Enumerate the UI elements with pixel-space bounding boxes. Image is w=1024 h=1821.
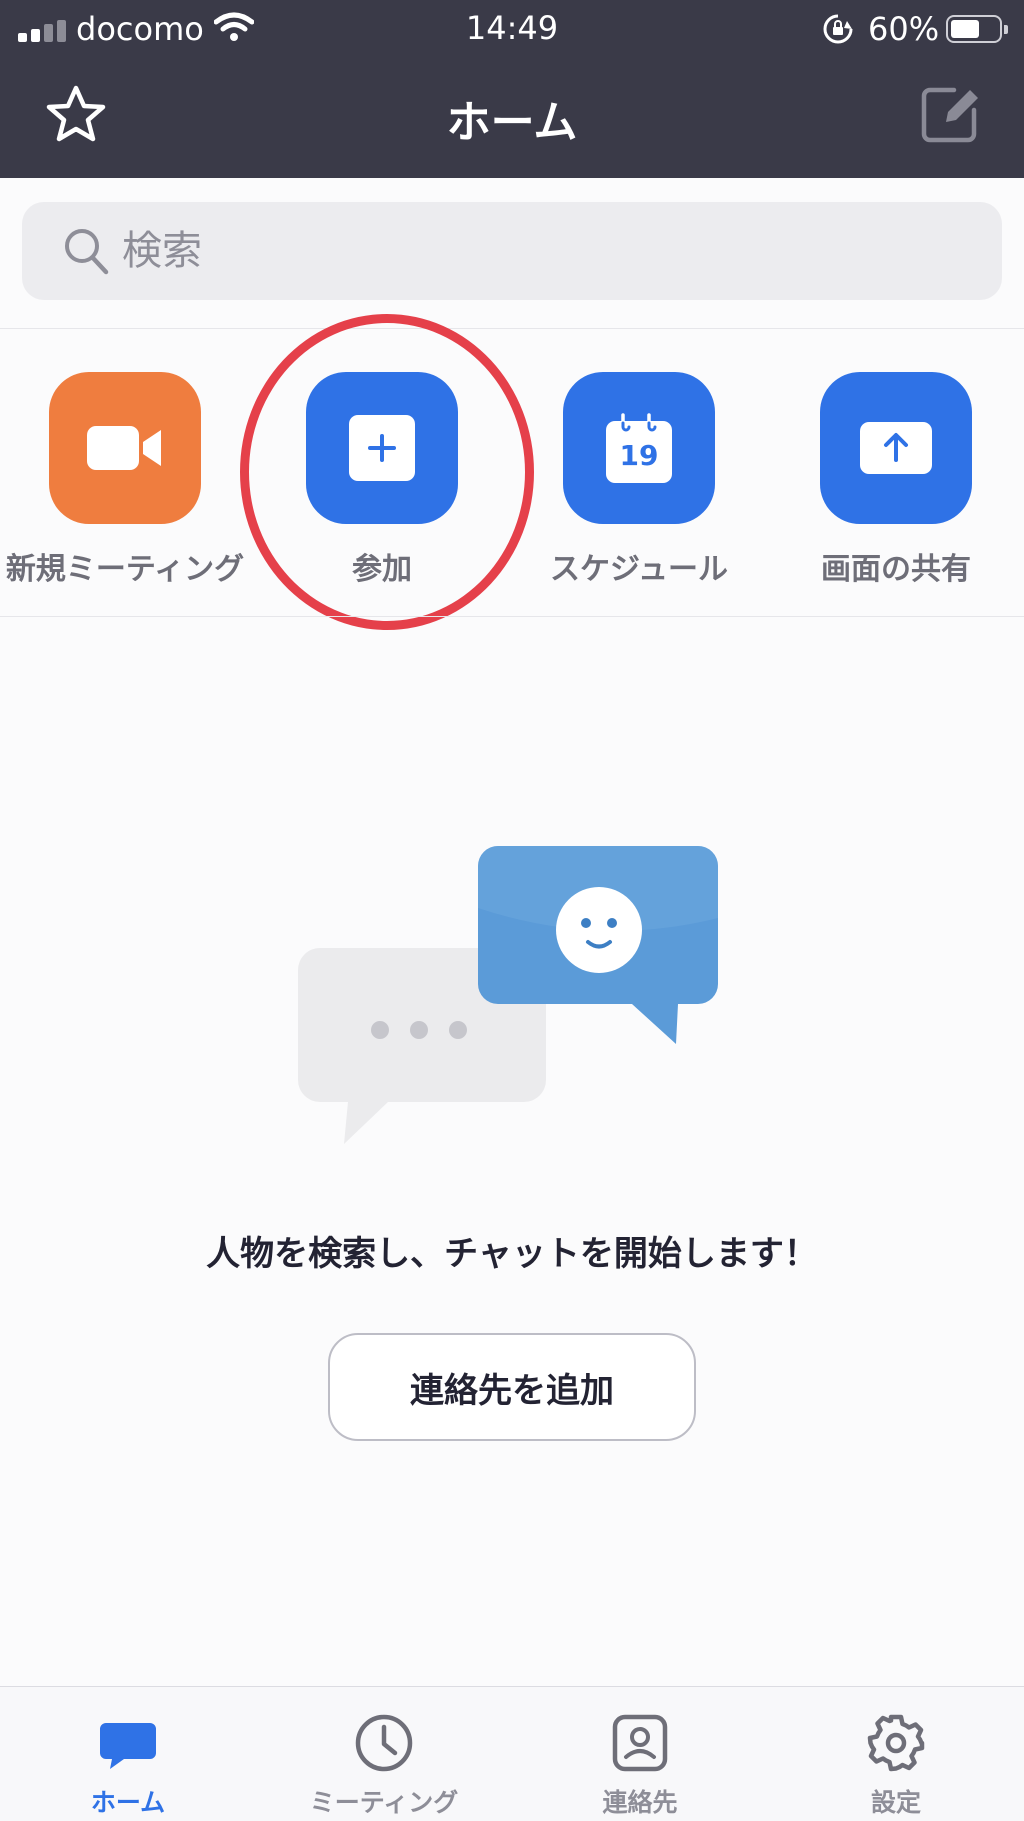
add-contact-button[interactable]: 連絡先を追加 xyxy=(328,1333,696,1441)
rotation-lock-icon xyxy=(823,14,853,44)
join-button[interactable]: 参加 xyxy=(267,372,497,592)
battery-icon xyxy=(946,15,1008,43)
plus-icon xyxy=(349,415,415,481)
search-input[interactable] xyxy=(122,222,942,280)
clock-icon xyxy=(355,1714,413,1772)
share-screen-icon xyxy=(860,422,932,474)
search-bar[interactable] xyxy=(22,202,1002,300)
share-screen-label: 画面の共有 xyxy=(821,552,971,587)
chat-illustration xyxy=(298,846,718,1144)
tab-home-label: ホーム xyxy=(90,1788,166,1817)
divider xyxy=(0,616,1024,617)
calendar-icon: 19 xyxy=(606,413,672,483)
top-bar: docomo 14:49 60% ホーム xyxy=(0,0,1024,178)
status-bar: docomo 14:49 60% xyxy=(0,0,1024,58)
video-camera-icon xyxy=(87,426,161,470)
tab-contacts[interactable]: 連絡先 xyxy=(512,1687,768,1821)
new-meeting-button[interactable]: 新規ミーティング xyxy=(6,372,244,592)
tab-meetings-label: ミーティング xyxy=(309,1788,459,1817)
search-icon xyxy=(65,229,109,275)
join-tile[interactable] xyxy=(306,372,458,524)
battery-percent: 60% xyxy=(868,10,940,48)
tab-settings-label: 設定 xyxy=(870,1788,921,1817)
tab-settings[interactable]: 設定 xyxy=(768,1687,1024,1821)
page-title: ホーム xyxy=(446,97,578,148)
calendar-day: 19 xyxy=(619,439,659,472)
schedule-tile[interactable]: 19 xyxy=(563,372,715,524)
new-meeting-label: 新規ミーティング xyxy=(5,552,245,587)
share-screen-tile[interactable] xyxy=(820,372,972,524)
gear-icon xyxy=(867,1714,925,1772)
contacts-icon xyxy=(612,1714,668,1772)
tab-contacts-label: 連絡先 xyxy=(602,1788,678,1817)
share-screen-button[interactable]: 画面の共有 xyxy=(781,372,1011,592)
tab-meetings[interactable]: ミーティング xyxy=(256,1687,512,1821)
divider xyxy=(0,328,1024,329)
tab-home[interactable]: ホーム xyxy=(0,1687,256,1821)
schedule-label: スケジュール xyxy=(550,552,728,587)
chat-bubble-icon xyxy=(100,1723,156,1769)
empty-state-message: 人物を検索し、チャットを開始します！ xyxy=(206,1234,818,1274)
schedule-button[interactable]: 19 スケジュール xyxy=(524,372,754,592)
join-label: 参加 xyxy=(352,552,412,587)
edit-icon[interactable] xyxy=(918,82,982,146)
new-meeting-tile[interactable] xyxy=(49,372,201,524)
tab-bar: ホーム ミーティング 連絡先 設定 xyxy=(0,1686,1024,1821)
